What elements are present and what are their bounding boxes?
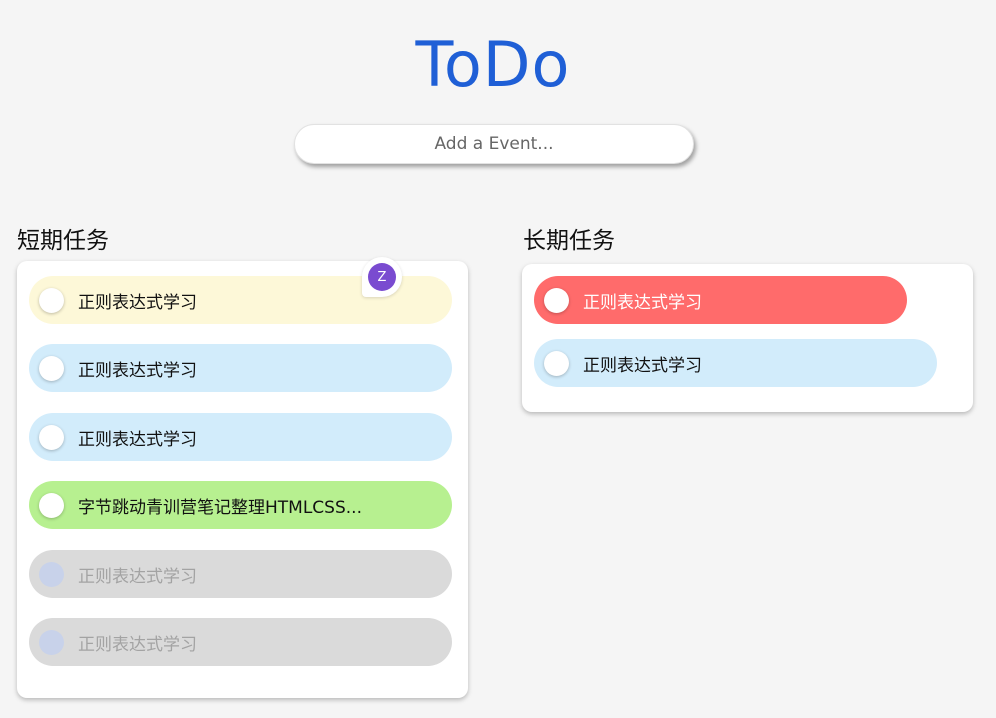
task-toggle-checked[interactable]: [39, 629, 64, 655]
task-toggle[interactable]: [39, 492, 64, 518]
task-toggle[interactable]: [544, 287, 569, 313]
task-toggle[interactable]: [39, 355, 64, 381]
task-label: 正则表达式学习: [78, 566, 197, 587]
task-item[interactable]: 正则表达式学习: [534, 276, 907, 324]
task-toggle[interactable]: [39, 287, 64, 313]
task-item[interactable]: 正则表达式学习: [534, 339, 937, 387]
user-avatar-bubble[interactable]: Z: [362, 257, 402, 297]
task-label: 正则表达式学习: [583, 292, 702, 313]
task-item[interactable]: 正则表达式学习: [29, 413, 452, 461]
task-label: 正则表达式学习: [78, 292, 197, 313]
short-term-heading: 短期任务: [17, 228, 109, 254]
task-toggle[interactable]: [39, 424, 64, 450]
task-toggle-checked[interactable]: [39, 561, 64, 587]
long-term-list: 正则表达式学习 正则表达式学习: [522, 264, 973, 412]
add-event-input[interactable]: [294, 124, 694, 164]
app-title: ToDo: [415, 28, 571, 101]
long-term-heading: 长期任务: [523, 228, 615, 254]
task-label: 正则表达式学习: [78, 360, 197, 381]
task-item[interactable]: 正则表达式学习: [29, 344, 452, 392]
task-label: 正则表达式学习: [583, 355, 702, 376]
todo-app: ToDo 短期任务 长期任务 Z 正则表达式学习 正则表达式学习 正则表达式学习…: [0, 0, 996, 718]
short-term-list: Z 正则表达式学习 正则表达式学习 正则表达式学习 字节跳动青训营笔记整理HTM…: [17, 257, 468, 698]
task-item-done[interactable]: 正则表达式学习: [29, 550, 452, 598]
task-item-done[interactable]: 正则表达式学习: [29, 618, 452, 666]
avatar[interactable]: Z: [368, 263, 396, 291]
task-label: 正则表达式学习: [78, 429, 197, 450]
task-item[interactable]: 字节跳动青训营笔记整理HTMLCSS...: [29, 481, 452, 529]
task-label: 字节跳动青训营笔记整理HTMLCSS...: [78, 497, 362, 518]
task-label: 正则表达式学习: [78, 634, 197, 655]
task-toggle[interactable]: [544, 350, 569, 376]
